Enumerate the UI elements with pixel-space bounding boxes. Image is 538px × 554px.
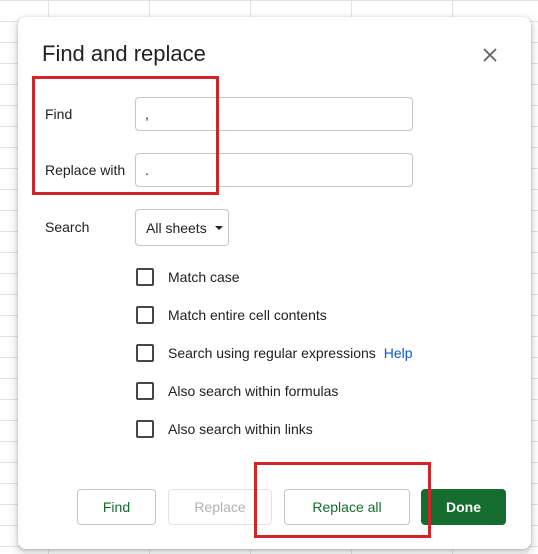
help-link[interactable]: Help <box>384 345 413 361</box>
option-within-formulas: Also search within formulas <box>136 382 338 400</box>
within-links-checkbox[interactable] <box>136 420 154 438</box>
find-replace-dialog: Find and replace Find Replace with Searc… <box>18 17 531 549</box>
regex-checkbox[interactable] <box>136 344 154 362</box>
match-entire-cell-checkbox[interactable] <box>136 306 154 324</box>
option-label: Also search within formulas <box>168 383 339 399</box>
option-label: Search using regular expressions <box>168 345 376 361</box>
match-case-checkbox[interactable] <box>136 268 154 286</box>
replace-with-label: Replace with <box>45 162 126 178</box>
option-regex: Search using regular expressions Help <box>136 344 413 362</box>
find-label: Find <box>45 106 73 122</box>
option-label: Also search within links <box>168 421 313 437</box>
within-formulas-checkbox[interactable] <box>136 382 154 400</box>
replace-with-input[interactable] <box>135 153 413 187</box>
option-label: Match entire cell contents <box>168 307 327 323</box>
search-label: Search <box>45 219 90 235</box>
option-within-links: Also search within links <box>136 420 313 438</box>
replace-button[interactable]: Replace <box>168 489 272 525</box>
option-label: Match case <box>168 269 240 285</box>
close-button[interactable] <box>478 43 502 67</box>
dialog-title: Find and replace <box>42 41 206 66</box>
done-button[interactable]: Done <box>421 489 506 525</box>
find-input[interactable] <box>135 97 413 131</box>
search-scope-dropdown[interactable]: All sheets <box>135 209 229 246</box>
search-scope-value: All sheets <box>146 219 207 236</box>
option-match-entire-cell: Match entire cell contents <box>136 306 327 324</box>
find-button[interactable]: Find <box>77 489 156 525</box>
close-icon <box>483 48 497 62</box>
caret-down-icon <box>214 225 223 230</box>
option-match-case: Match case <box>136 268 240 286</box>
replace-all-button[interactable]: Replace all <box>284 489 410 525</box>
